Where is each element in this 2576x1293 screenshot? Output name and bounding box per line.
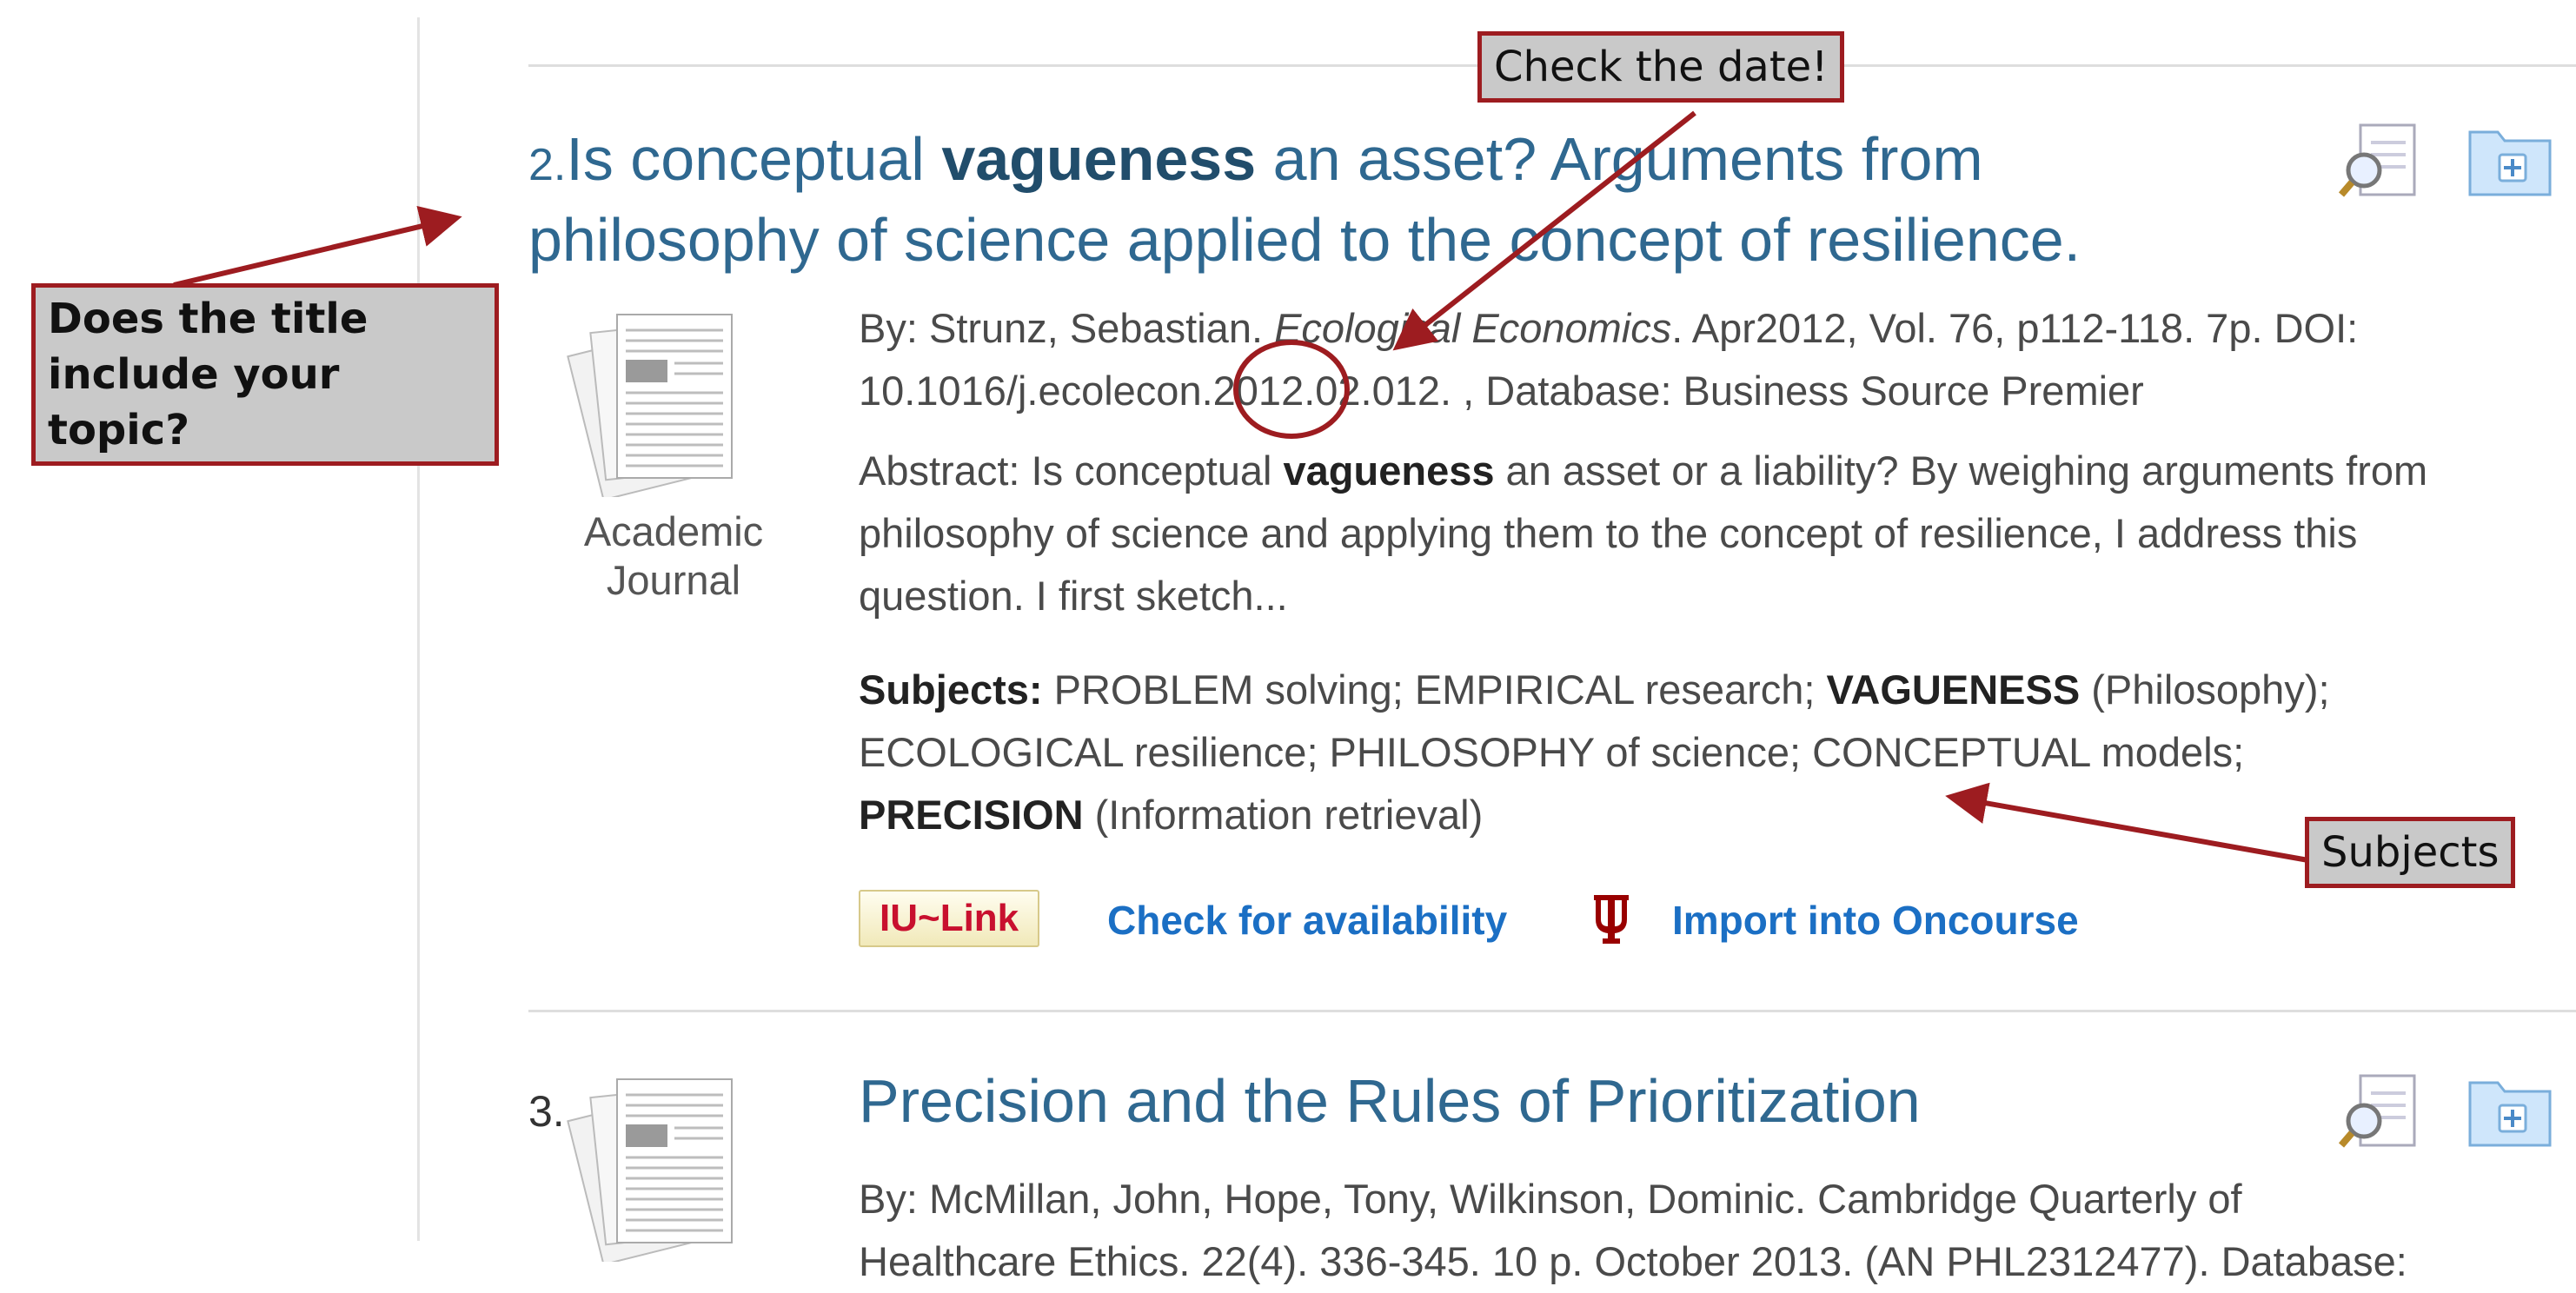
arrow-to-date (1392, 110, 1696, 351)
date-highlight-circle (1233, 340, 1350, 439)
arrow-to-subjects (1945, 782, 2309, 863)
annotation-arrows (173, 110, 2309, 863)
arrow-to-title (173, 205, 462, 288)
